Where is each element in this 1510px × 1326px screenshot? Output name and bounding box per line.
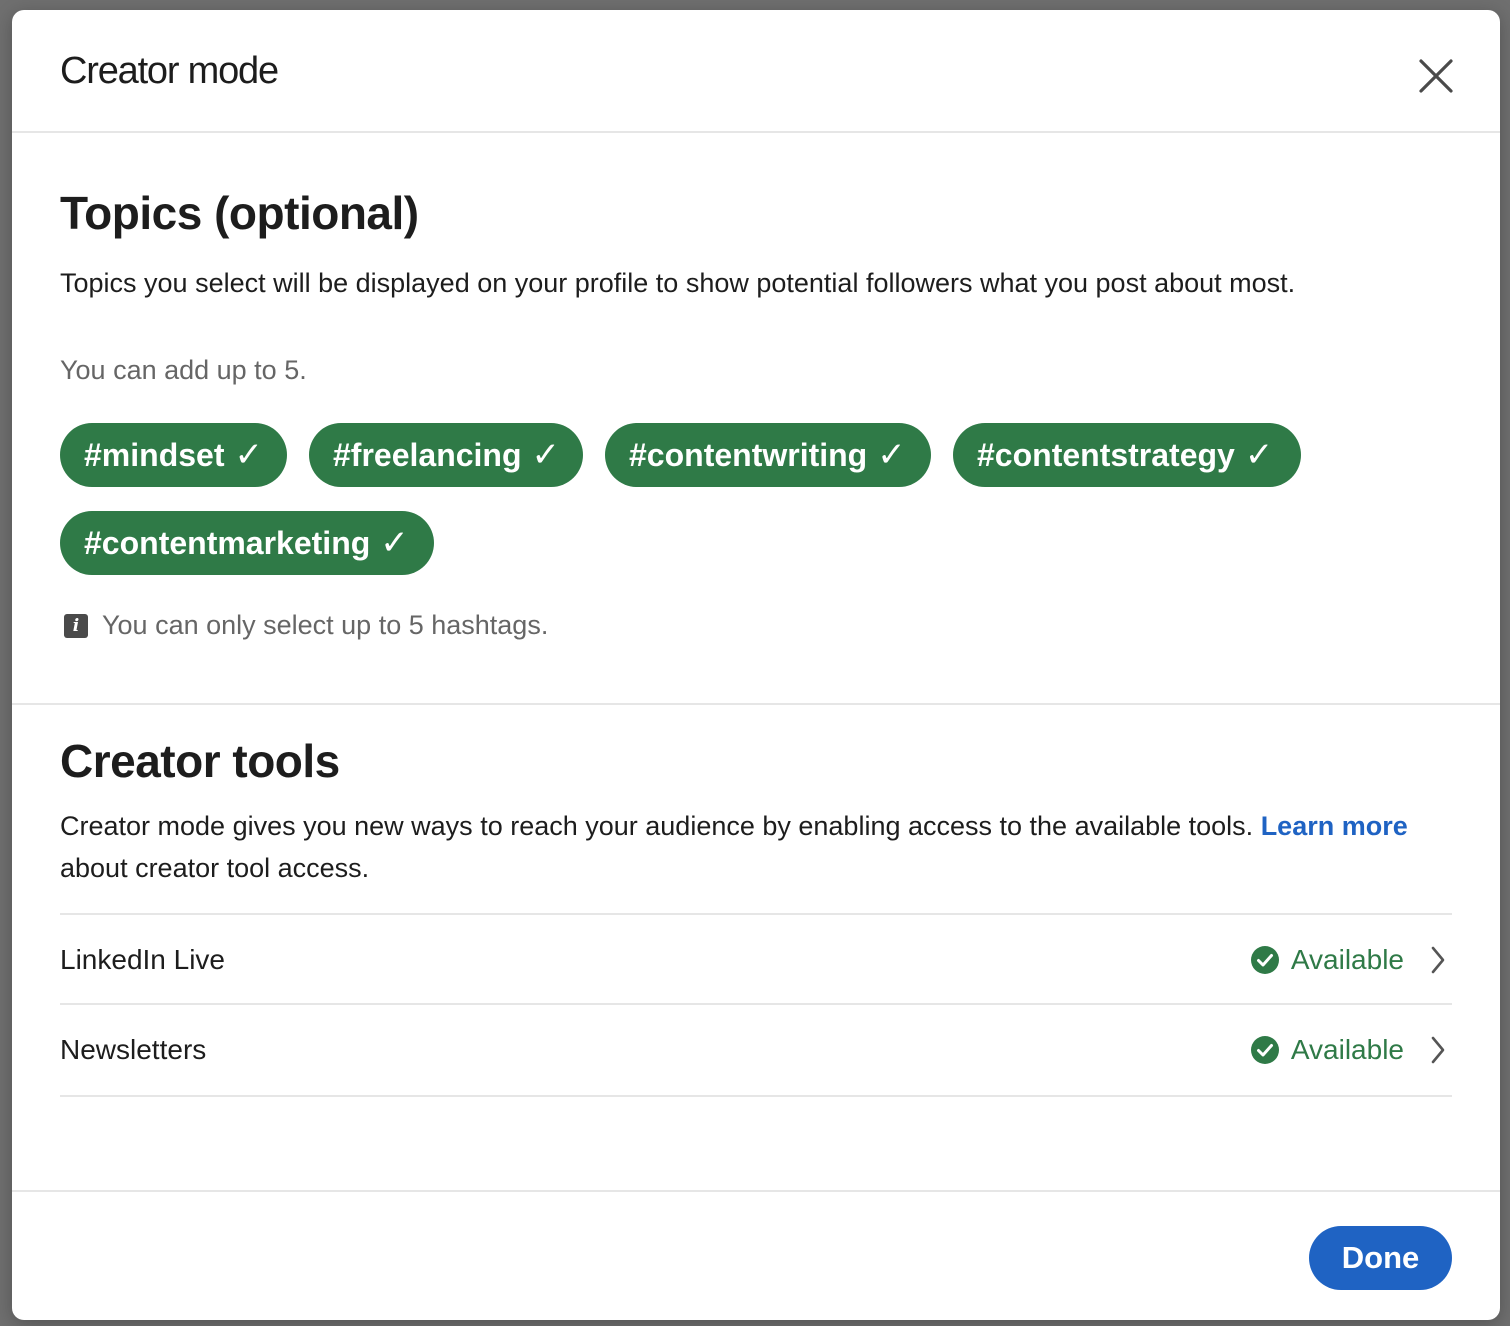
checkmark-icon: ✓ (1244, 436, 1274, 474)
description-text: Creator mode gives you new ways to reach… (60, 811, 1261, 841)
creator-tools-section: Creator tools (60, 734, 1452, 788)
check-circle-icon (1250, 946, 1279, 974)
dialog-title: Creator mode (60, 50, 279, 92)
creator-tools-heading: Creator tools (60, 735, 340, 787)
close-icon (1419, 59, 1453, 93)
chip-label: #contentwriting (629, 436, 868, 473)
tool-row-linkedin-live[interactable]: LinkedIn Live Available (60, 913, 1452, 1005)
topic-chip-mindset[interactable]: #mindset ✓ (60, 423, 287, 487)
status-text: Available (1290, 1034, 1404, 1065)
status-badge: Available (1250, 944, 1404, 976)
status-badge: Available (1250, 1034, 1404, 1066)
topic-chip-contentmarketing[interactable]: #contentmarketing ✓ (60, 511, 434, 575)
topics-section: Topics (optional) (60, 186, 1452, 240)
tool-name: Newsletters (60, 1034, 207, 1065)
creator-tools-description: Creator mode gives you new ways to reach… (60, 805, 1452, 889)
topic-chip-contentstrategy[interactable]: #contentstrategy ✓ (953, 423, 1301, 487)
topics-description: Topics you select will be displayed on y… (60, 268, 1296, 298)
status-text: Available (1290, 944, 1404, 975)
topics-limit-text: You can add up to 5. (60, 355, 307, 385)
chip-label: #contentstrategy (977, 436, 1235, 473)
topic-chip-freelancing[interactable]: #freelancing ✓ (309, 423, 583, 487)
chevron-right-icon (1431, 946, 1445, 974)
learn-more-link[interactable]: Learn more (1261, 811, 1408, 841)
checkmark-icon: ✓ (234, 436, 263, 474)
dialog-footer: Done (12, 1190, 1500, 1320)
section-divider (12, 703, 1500, 705)
tool-name: LinkedIn Live (60, 944, 226, 975)
info-message: You can only select up to 5 hashtags. (102, 610, 549, 640)
topics-heading: Topics (optional) (60, 187, 419, 239)
checkmark-icon: ✓ (380, 524, 409, 562)
check-circle-icon (1250, 1036, 1279, 1064)
close-button[interactable] (1412, 52, 1460, 100)
chip-label: #freelancing (333, 436, 522, 473)
done-button[interactable]: Done (1309, 1226, 1452, 1290)
description-text-tail: about creator tool access. (60, 853, 370, 883)
info-icon: i (64, 613, 88, 638)
topic-chip-contentwriting[interactable]: #contentwriting ✓ (605, 423, 931, 487)
dialog-header: Creator mode (12, 10, 1500, 133)
checkmark-icon: ✓ (531, 436, 561, 474)
checkmark-icon: ✓ (877, 436, 906, 474)
chip-label: #mindset (84, 436, 225, 473)
hashtag-limit-notice: i You can only select up to 5 hashtags. (64, 610, 548, 641)
chevron-right-icon (1431, 1036, 1445, 1064)
creator-mode-dialog: Creator mode Topics (optional) Topics yo… (12, 10, 1500, 1320)
tool-row-newsletters[interactable]: Newsletters Available (60, 1003, 1452, 1097)
chip-label: #contentmarketing (84, 524, 371, 561)
